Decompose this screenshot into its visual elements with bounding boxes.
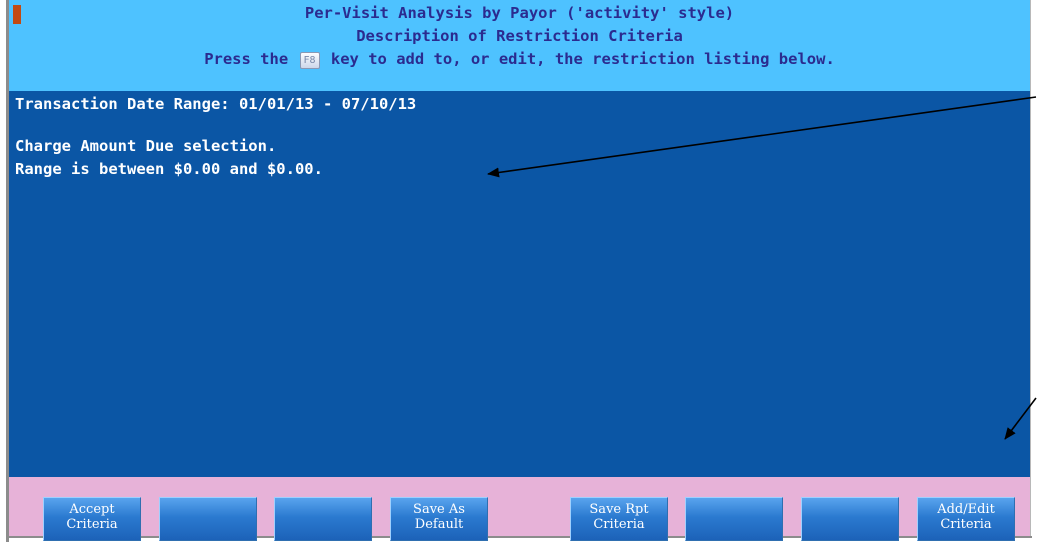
accept-criteria-label-1: Accept [69,502,115,517]
save-rpt-criteria-label-1: Save Rpt [589,502,649,517]
f8-key-icon: F8 [299,52,320,69]
function-key-3-button[interactable] [274,497,372,541]
date-range-criteria: Transaction Date Range: 01/01/13 - 07/10… [15,95,417,113]
report-criteria-screen: Per-Visit Analysis by Payor ('activity' … [0,0,1038,542]
function-key-bar: Accept Criteria Save As Default Save Rpt… [9,477,1030,541]
save-rpt-criteria-button[interactable]: Save Rpt Criteria [570,497,668,541]
instruction-line: Press the F8 key to add to, or edit, the… [9,50,1030,69]
report-title: Per-Visit Analysis by Payor ('activity' … [304,4,735,22]
save-as-default-label-1: Save As [413,502,465,517]
amount-range-criteria: Range is between $0.00 and $0.00. [15,160,323,178]
accept-criteria-label-2: Criteria [66,517,118,532]
instruction-prefix: Press the [204,50,289,68]
save-rpt-criteria-label-2: Criteria [593,517,645,532]
function-key-6-button[interactable] [685,497,783,541]
function-key-2-button[interactable] [159,497,257,541]
status-marker [13,5,21,24]
add-edit-criteria-label-1: Add/Edit [937,502,995,517]
add-edit-criteria-button[interactable]: Add/Edit Criteria [917,497,1015,541]
function-key-7-button[interactable] [801,497,899,541]
add-edit-criteria-label-2: Criteria [940,517,992,532]
save-as-default-label-2: Default [414,517,464,532]
save-as-default-button[interactable]: Save As Default [390,497,488,541]
header-bar: Per-Visit Analysis by Payor ('activity' … [9,0,1030,91]
report-subtitle: Description of Restriction Criteria [356,27,683,45]
charge-selection-criteria: Charge Amount Due selection. [15,137,277,155]
instruction-suffix: key to add to, or edit, the restriction … [330,50,835,68]
criteria-listing-panel: Transaction Date Range: 01/01/13 - 07/10… [9,91,1030,477]
right-border [1030,0,1031,536]
accept-criteria-button[interactable]: Accept Criteria [43,497,141,541]
